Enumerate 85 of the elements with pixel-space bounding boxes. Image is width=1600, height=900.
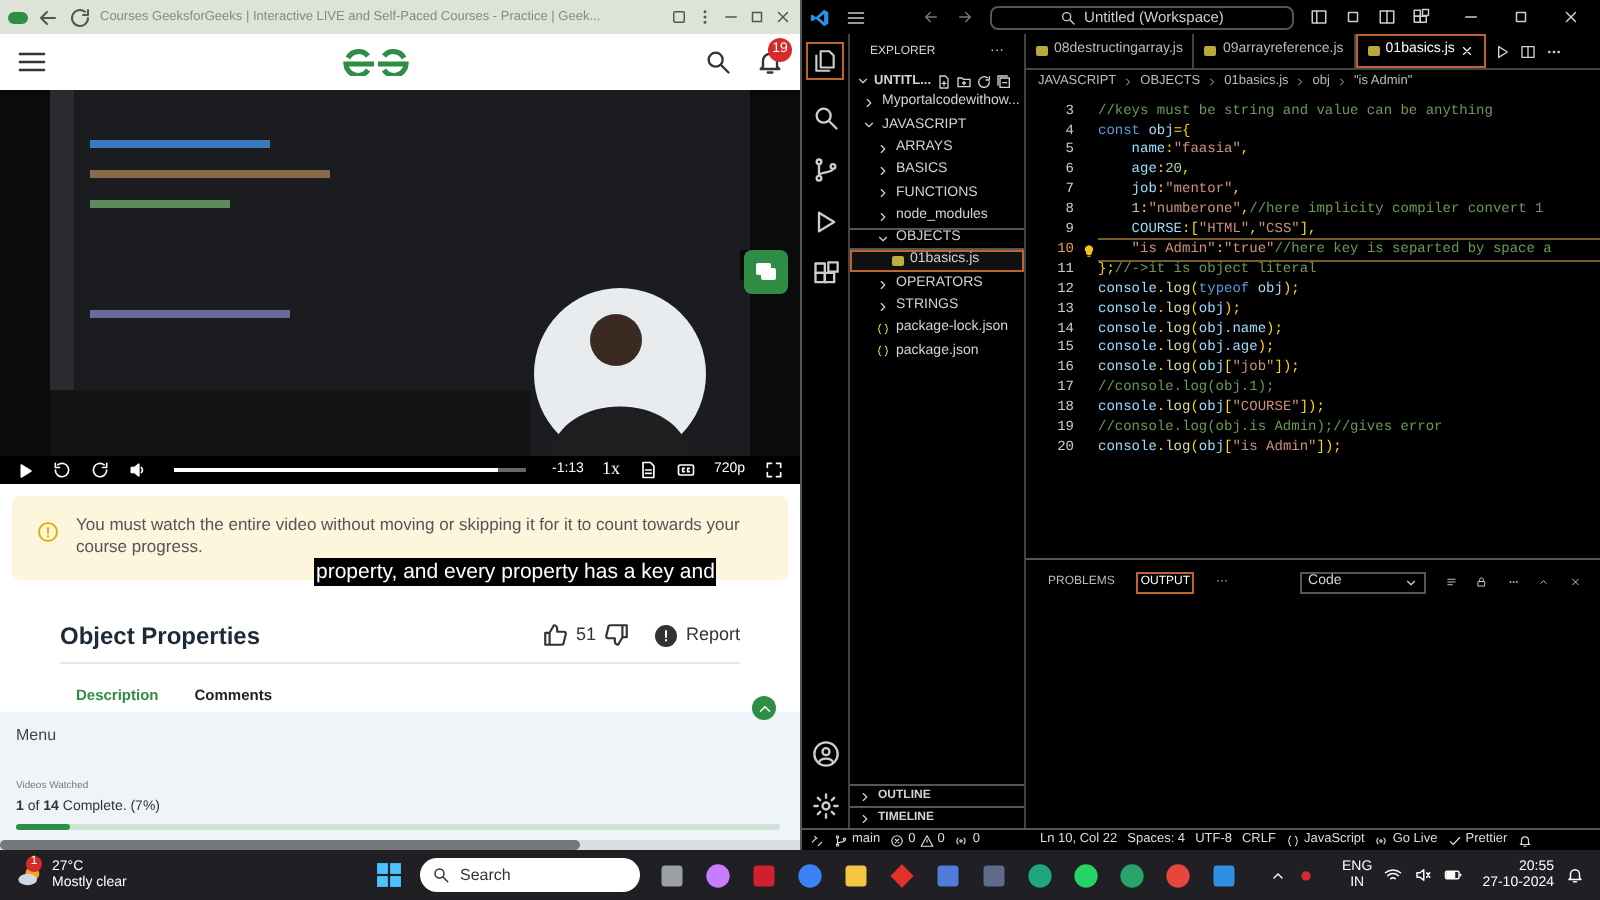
settings-icon[interactable] — [811, 792, 839, 820]
search-icon[interactable] — [704, 48, 732, 76]
new-file-icon[interactable] — [935, 73, 952, 89]
chevron-right-icon — [1294, 76, 1307, 88]
wifi-icon[interactable] — [1384, 866, 1403, 884]
chevron-down-icon — [1403, 575, 1418, 589]
new-folder-icon[interactable] — [955, 73, 972, 89]
app-status-icon[interactable] — [1298, 867, 1315, 883]
braces-icon — [1285, 833, 1300, 847]
chevron-down-icon — [876, 231, 890, 246]
layout-icon[interactable] — [1310, 8, 1328, 26]
search-icon — [1060, 9, 1077, 25]
search-icon[interactable] — [811, 104, 839, 132]
lightbulb-icon[interactable] — [1081, 243, 1095, 258]
chat-button[interactable] — [744, 250, 788, 294]
volume-icon[interactable] — [128, 460, 148, 480]
branch-icon — [834, 833, 848, 847]
error-icon — [890, 833, 905, 847]
fullscreen-icon[interactable] — [763, 460, 784, 480]
menu-label: Menu — [16, 724, 59, 749]
layout-icon[interactable] — [1344, 8, 1362, 26]
report-button[interactable]: Report — [653, 621, 740, 649]
scroll-up-button[interactable] — [752, 696, 776, 721]
chat-icon — [754, 260, 778, 284]
account-icon[interactable] — [811, 740, 839, 768]
notes-icon[interactable] — [637, 460, 658, 480]
braces-icon — [876, 322, 890, 337]
radio-icon — [1374, 833, 1389, 847]
radio-icon — [954, 833, 969, 847]
run-icon[interactable] — [1494, 43, 1511, 59]
layout-icon[interactable] — [1378, 8, 1396, 26]
extension-icon[interactable] — [670, 8, 688, 26]
files-icon — [812, 48, 838, 74]
maximize-icon[interactable] — [748, 8, 766, 26]
filter-icon[interactable] — [1445, 574, 1457, 590]
close-icon — [1460, 44, 1475, 58]
chevron-right-icon — [1206, 76, 1219, 88]
vscode-logo-icon — [810, 7, 830, 27]
thumbs-up-icon[interactable] — [541, 622, 568, 648]
chevron-right-icon — [1122, 76, 1135, 88]
explorer-button[interactable] — [806, 42, 844, 80]
split-editor-icon[interactable] — [1520, 43, 1537, 59]
diamond-icon[interactable] — [888, 861, 916, 889]
menu-icon[interactable] — [846, 7, 866, 27]
info-icon — [36, 520, 60, 544]
bell-icon[interactable] — [1517, 833, 1532, 847]
search-field[interactable]: Search — [420, 858, 640, 892]
notice-text: You must watch the entire video without moving or skipping it for it to count towards your course progress. — [76, 514, 742, 558]
warning-icon — [919, 833, 934, 847]
braces-icon — [876, 344, 890, 359]
scrollbar[interactable] — [0, 840, 580, 850]
alert-icon — [653, 623, 678, 647]
chevron-down-icon — [862, 118, 876, 133]
captions-icon[interactable] — [675, 460, 696, 480]
search-icon — [432, 866, 450, 884]
mute-icon[interactable] — [1414, 866, 1433, 884]
forward-icon[interactable] — [90, 460, 110, 480]
forward-arrow-icon[interactable] — [956, 8, 974, 26]
layout-icon[interactable] — [1412, 8, 1430, 26]
chevron-right-icon — [1335, 76, 1348, 88]
refresh-icon[interactable] — [975, 73, 992, 89]
lock-icon[interactable] — [1476, 574, 1488, 590]
js-file-icon — [892, 256, 904, 267]
video-caption: property, and every property has a key and — [314, 558, 717, 586]
remote-icon[interactable] — [810, 833, 824, 847]
play-icon[interactable] — [16, 461, 34, 479]
thumbs-down-icon[interactable] — [603, 622, 630, 648]
battery-icon[interactable] — [1444, 866, 1463, 884]
logo-icon[interactable] — [342, 48, 410, 76]
collapse-icon[interactable] — [995, 73, 1012, 89]
check-icon — [1447, 833, 1462, 847]
windows-logo-icon[interactable] — [376, 862, 402, 888]
back-icon[interactable] — [36, 5, 60, 29]
lesson-title: Object Properties — [60, 619, 263, 653]
extensions-icon[interactable] — [811, 260, 839, 288]
close-icon[interactable] — [774, 8, 792, 26]
rewind-icon[interactable] — [52, 460, 72, 480]
speed-button[interactable]: 1x — [601, 456, 620, 484]
branch-icon[interactable] — [811, 156, 839, 184]
chevron-right-icon — [862, 96, 876, 111]
back-icon[interactable] — [922, 8, 940, 26]
reload-icon[interactable] — [68, 5, 92, 29]
site-icon — [8, 11, 28, 23]
like-count: 51 — [575, 621, 596, 648]
chevron-down-icon[interactable] — [856, 74, 870, 88]
